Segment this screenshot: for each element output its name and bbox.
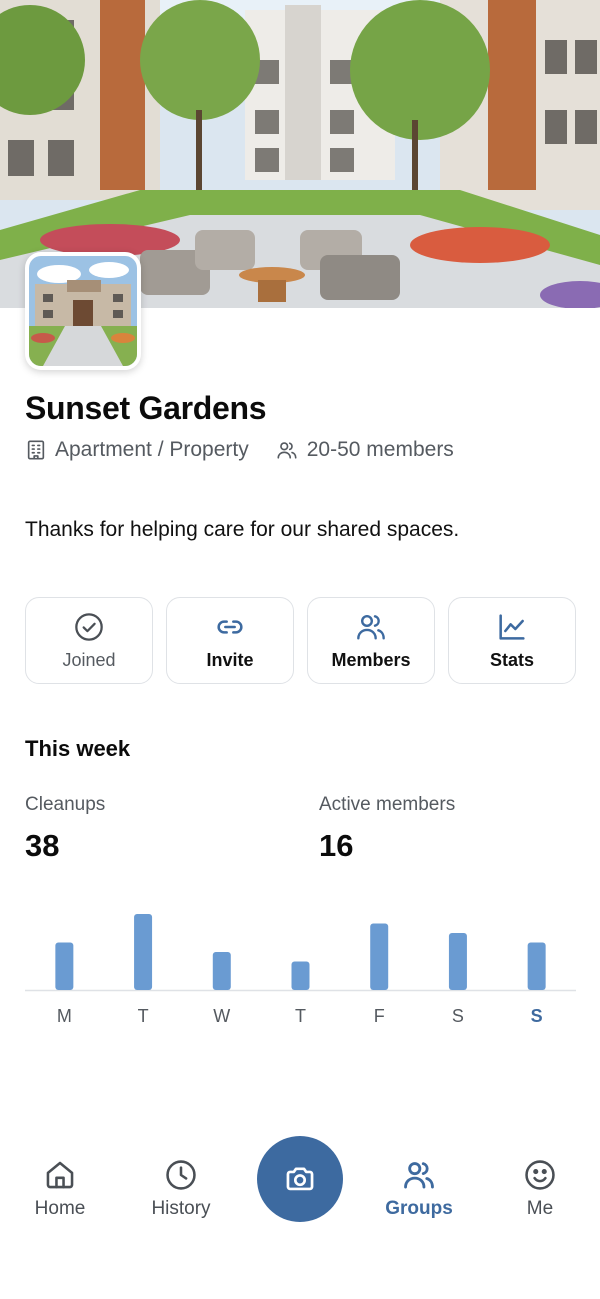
chart-day-label: T (295, 1006, 306, 1026)
chart-day-label: T (138, 1006, 149, 1026)
members-label: Members (331, 649, 411, 670)
chart-day-label: S (452, 1006, 464, 1026)
group-members-count: 20-50 members (275, 438, 454, 462)
members-button[interactable]: Members (307, 597, 435, 684)
nav-history[interactable]: History (131, 1158, 231, 1220)
group-avatar (25, 252, 141, 370)
nav-me-label: Me (526, 1198, 554, 1219)
cleanups-value: 38 (25, 828, 60, 863)
active-members-value: 16 (319, 828, 354, 863)
invite-button[interactable]: Invite (166, 597, 294, 684)
chart-bar (55, 942, 74, 990)
nav-groups[interactable]: Groups (369, 1158, 469, 1220)
group-description: Thanks for helping care for our shared s… (25, 518, 460, 541)
nav-home[interactable]: Home (10, 1158, 110, 1220)
weekly-cleanups-chart: MTWTFSS (25, 900, 576, 1040)
cleanups-label: Cleanups (25, 794, 106, 815)
clock-icon (166, 1160, 196, 1190)
group-name: Sunset Gardens (25, 390, 267, 426)
chart-day-label: F (374, 1006, 385, 1026)
this-week-heading: This week (25, 736, 131, 761)
group-meta: Apartment / Property 20-50 members (25, 438, 454, 462)
users-icon (277, 442, 297, 459)
camera-button[interactable] (257, 1136, 343, 1222)
nav-me[interactable]: Me (490, 1158, 590, 1220)
active-members-label: Active members (319, 794, 456, 815)
chart-bar (134, 914, 153, 990)
chart-bar (291, 961, 310, 990)
chart-bar (212, 952, 231, 990)
joined-button[interactable]: Joined (25, 597, 153, 684)
group-type: Apartment / Property (25, 438, 249, 462)
group-actions: Joined Invite Members Stats (25, 597, 576, 684)
check-circle-icon (75, 612, 103, 641)
camera-icon (286, 1167, 314, 1191)
chart-day-label: M (57, 1006, 72, 1026)
stats-label: Stats (489, 649, 534, 670)
home-icon (46, 1161, 74, 1189)
group-type-label: Apartment / Property (55, 438, 249, 461)
building-icon (27, 440, 45, 460)
chart-bar (448, 933, 467, 990)
group-members-label: 20-50 members (306, 438, 454, 461)
smile-icon (525, 1160, 555, 1190)
chart-bar (527, 942, 546, 990)
users-icon (357, 614, 385, 640)
nav-groups-label: Groups (385, 1198, 453, 1219)
chart-day-label: S (531, 1006, 543, 1026)
nav-home-label: Home (34, 1198, 86, 1219)
users-icon (404, 1162, 434, 1189)
invite-label: Invite (206, 649, 254, 670)
chart-day-label: W (213, 1006, 230, 1026)
stats-button[interactable]: Stats (448, 597, 576, 684)
link-icon (217, 619, 243, 634)
nav-history-label: History (151, 1198, 211, 1219)
chart-bar (370, 923, 389, 990)
joined-label: Joined (62, 649, 116, 670)
line-chart-icon (499, 613, 525, 640)
bottom-nav: Home History Groups Me (0, 1130, 600, 1240)
